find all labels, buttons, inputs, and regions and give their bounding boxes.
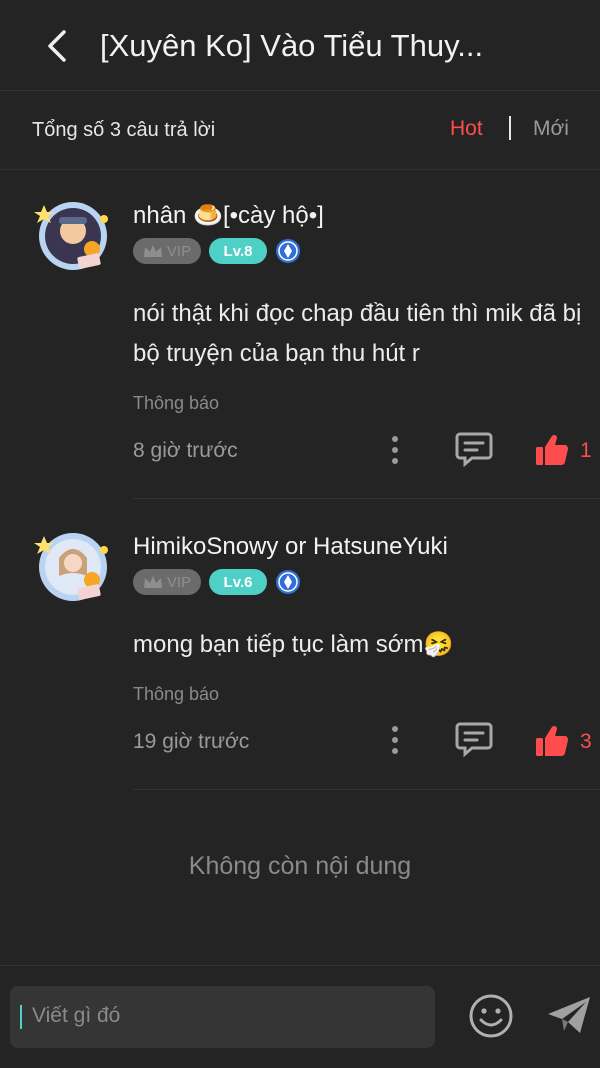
comment-divider xyxy=(133,498,600,499)
badge-row: VIP Lv.6 xyxy=(133,568,301,596)
like-icon[interactable] xyxy=(535,724,569,758)
like-count: 3 xyxy=(580,730,592,753)
page-title: [Xuyên Ko] Vào Tiểu Thuy... xyxy=(100,28,484,63)
more-options-icon[interactable] xyxy=(388,725,402,755)
top-bar: [Xuyên Ko] Vào Tiểu Thuy... xyxy=(0,0,600,91)
send-icon[interactable] xyxy=(546,994,592,1036)
emoji-icon[interactable] xyxy=(468,993,514,1039)
crown-icon xyxy=(143,245,162,257)
more-options-icon[interactable] xyxy=(388,435,402,465)
report-link[interactable]: Thông báo xyxy=(133,393,219,414)
badge-row: VIP Lv.8 xyxy=(133,237,301,265)
like-count: 1 xyxy=(580,439,592,462)
comment-composer: Viết gì đó xyxy=(0,965,600,1068)
sort-new-tab[interactable]: Mới xyxy=(533,117,569,141)
username[interactable]: HimikoSnowy or HatsuneYuki xyxy=(133,533,448,561)
reply-icon[interactable] xyxy=(455,431,493,467)
username[interactable]: nhân 🍮[•cày hộ•] xyxy=(133,201,324,230)
comment-input-placeholder: Viết gì đó xyxy=(32,1004,121,1027)
sort-divider xyxy=(509,116,511,140)
sort-hot-tab[interactable]: Hot xyxy=(450,117,483,141)
end-of-content-text: Không còn nội dung xyxy=(188,852,412,880)
verified-badge-icon xyxy=(276,570,300,594)
back-arrow-icon[interactable] xyxy=(38,24,78,68)
comment-input[interactable]: Viết gì đó xyxy=(10,986,435,1048)
comment-time: 8 giờ trước xyxy=(133,439,238,462)
verified-badge-icon xyxy=(276,239,300,263)
level-badge: Lv.8 xyxy=(209,238,267,264)
reply-icon[interactable] xyxy=(455,721,493,757)
text-caret xyxy=(20,1005,22,1029)
like-icon[interactable] xyxy=(535,433,569,467)
vip-label: VIP xyxy=(166,242,192,260)
answers-bar: Tổng số 3 câu trả lời Hot Mới xyxy=(0,91,600,170)
crown-icon xyxy=(143,576,162,588)
comment-time: 19 giờ trước xyxy=(133,730,250,753)
avatar[interactable] xyxy=(34,197,112,275)
answer-count: Tổng số 3 câu trả lời xyxy=(32,119,216,141)
level-badge: Lv.6 xyxy=(209,569,267,595)
report-link[interactable]: Thông báo xyxy=(133,684,219,705)
comment-text: nói thật khi đọc chap đầu tiên thì mik đ… xyxy=(133,300,582,367)
vip-label: VIP xyxy=(166,573,192,591)
avatar[interactable] xyxy=(34,528,112,606)
comment-text: mong bạn tiếp tục làm sớm🤧 xyxy=(133,631,454,658)
comment-divider xyxy=(133,789,600,790)
vip-badge: VIP xyxy=(133,238,201,264)
vip-badge: VIP xyxy=(133,569,201,595)
